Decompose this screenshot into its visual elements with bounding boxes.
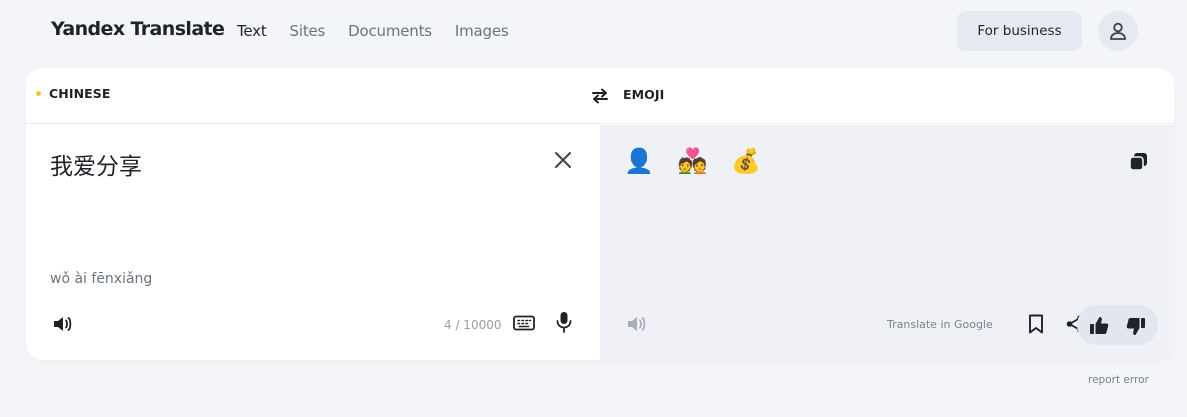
bookmark-icon[interactable] xyxy=(1026,313,1046,335)
language-bar: CHINESE EMOJI xyxy=(26,68,1174,124)
thumbs-down-icon[interactable] xyxy=(1125,316,1147,336)
rating-group xyxy=(1077,305,1158,345)
source-text-input[interactable]: 我爱分享 xyxy=(50,147,142,181)
report-error-link[interactable]: report error xyxy=(1088,374,1149,386)
thumbs-up-icon[interactable] xyxy=(1088,315,1110,335)
nav-item-text[interactable]: Text xyxy=(237,22,267,40)
user-icon[interactable] xyxy=(1098,11,1138,51)
nav-item-sites[interactable]: Sites xyxy=(290,22,326,40)
target-language-select[interactable]: EMOJI xyxy=(623,86,664,104)
translate-in-google-link[interactable]: Translate in Google xyxy=(887,318,993,331)
source-language-label: CHINESE xyxy=(49,86,111,101)
result-pane: 👤 💑 💰 Translate in Google xyxy=(600,125,1174,360)
source-language-select[interactable]: CHINESE xyxy=(36,86,111,101)
transliteration: wǒ ài fēnxiǎng xyxy=(50,271,153,287)
speaker-icon[interactable] xyxy=(624,312,650,336)
nav-item-images[interactable]: Images xyxy=(455,22,509,40)
keyboard-icon[interactable] xyxy=(512,313,536,333)
source-pane: 我爱分享 wǒ ài fēnxiǎng 4 / 10000 xyxy=(26,125,600,360)
translation-output: 👤 💑 💰 xyxy=(624,147,769,175)
swap-arrows-icon[interactable] xyxy=(589,85,611,107)
microphone-icon[interactable] xyxy=(554,310,574,334)
copy-icon[interactable] xyxy=(1127,150,1149,172)
main-nav: Text Sites Documents Images xyxy=(237,22,509,40)
for-business-button[interactable]: For business xyxy=(957,11,1082,51)
target-language-label: EMOJI xyxy=(623,87,665,102)
speaker-icon[interactable] xyxy=(50,312,76,336)
character-counter: 4 / 10000 xyxy=(444,318,502,332)
app-logo[interactable]: Yandex Translate xyxy=(51,18,225,40)
top-header: Yandex Translate Text Sites Documents Im… xyxy=(0,0,1187,62)
nav-item-documents[interactable]: Documents xyxy=(348,22,432,40)
detected-dot xyxy=(36,91,41,96)
close-icon[interactable] xyxy=(553,150,575,172)
translator-card: CHINESE EMOJI 我爱分享 wǒ ài fēnxiǎng 4 / 10 xyxy=(26,68,1174,360)
